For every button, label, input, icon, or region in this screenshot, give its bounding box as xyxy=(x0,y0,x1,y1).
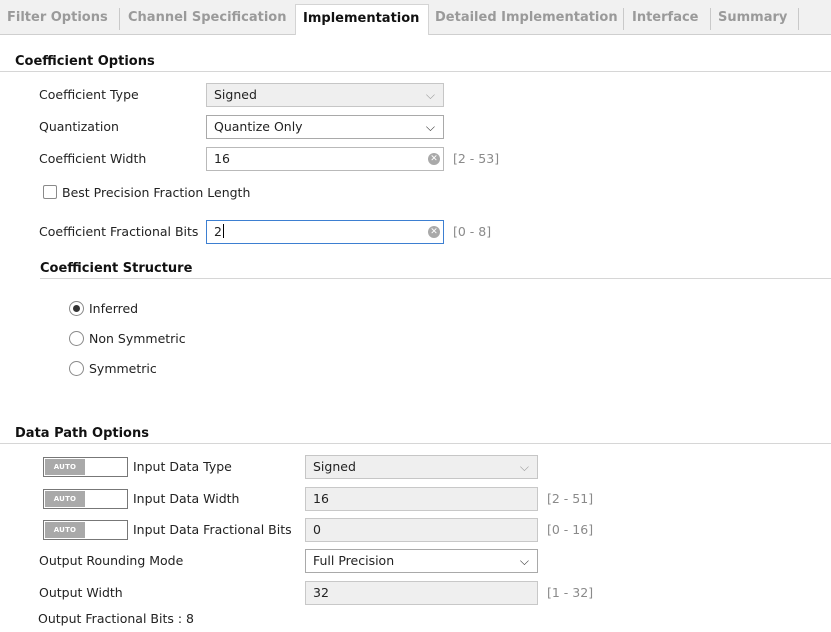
best-precision-label: Best Precision Fraction Length xyxy=(62,185,251,200)
auto-toggle-input-width[interactable]: AUTO xyxy=(43,489,128,509)
chevron-down-icon: ⌵ xyxy=(519,554,529,568)
input-data-fractional-bits-range: [0 - 16] xyxy=(547,522,594,537)
input-data-fractional-bits-label: Input Data Fractional Bits xyxy=(133,522,292,537)
tab-channel-specification[interactable]: Channel Specification xyxy=(128,4,287,33)
coefficient-fractional-bits-range: [0 - 8] xyxy=(453,224,492,239)
input-data-width-value: 16 xyxy=(313,491,329,506)
tab-summary[interactable]: Summary xyxy=(718,4,787,33)
input-data-width-input[interactable]: 16 xyxy=(305,487,538,511)
section-divider xyxy=(40,278,831,279)
quantization-label: Quantization xyxy=(39,119,119,134)
input-data-fractional-bits-input[interactable]: 0 xyxy=(305,518,538,542)
coefficient-structure-title: Coefficient Structure xyxy=(40,261,193,276)
output-rounding-mode-select[interactable]: Full Precision ⌵ xyxy=(305,549,538,573)
radio-symmetric[interactable] xyxy=(69,361,84,376)
auto-toggle-input-type[interactable]: AUTO xyxy=(43,457,128,477)
tab-filter-options[interactable]: Filter Options xyxy=(7,4,108,33)
coefficient-width-value: 16 xyxy=(214,151,230,166)
best-precision-checkbox[interactable] xyxy=(43,185,57,199)
chevron-down-icon: ⌵ xyxy=(519,460,529,474)
coefficient-type-label: Coefficient Type xyxy=(39,87,139,102)
text-caret xyxy=(222,224,224,238)
output-width-range: [1 - 32] xyxy=(547,585,594,600)
data-path-options-title: Data Path Options xyxy=(15,426,149,441)
output-width-input[interactable]: 32 xyxy=(305,581,538,605)
tab-bar: Filter Options Channel Specification Imp… xyxy=(0,0,831,35)
tab-separator xyxy=(798,8,799,30)
chevron-down-icon: ⌵ xyxy=(425,120,435,134)
coefficient-fractional-bits-label: Coefficient Fractional Bits xyxy=(39,224,199,239)
tab-separator xyxy=(623,8,624,30)
output-width-value: 32 xyxy=(313,585,329,600)
auto-toggle-knob: AUTO xyxy=(45,491,85,507)
input-data-type-value: Signed xyxy=(313,459,356,474)
clear-icon[interactable]: ✕ xyxy=(428,226,440,238)
coefficient-type-value: Signed xyxy=(214,87,257,102)
output-rounding-mode-label: Output Rounding Mode xyxy=(39,553,184,568)
chevron-down-icon: ⌵ xyxy=(425,88,435,102)
radio-inferred[interactable] xyxy=(69,301,84,316)
coefficient-width-label: Coefficient Width xyxy=(39,151,147,166)
radio-non-symmetric[interactable] xyxy=(69,331,84,346)
coefficient-options-title: Coefficient Options xyxy=(15,54,155,69)
input-data-width-range: [2 - 51] xyxy=(547,491,594,506)
input-data-width-label: Input Data Width xyxy=(133,491,240,506)
tab-separator xyxy=(710,8,711,30)
tab-detailed-implementation[interactable]: Detailed Implementation xyxy=(435,4,618,33)
output-width-label: Output Width xyxy=(39,585,123,600)
input-data-fractional-bits-value: 0 xyxy=(313,522,321,537)
coefficient-type-select[interactable]: Signed ⌵ xyxy=(206,83,444,107)
coefficient-fractional-bits-input[interactable]: 2 ✕ xyxy=(206,220,444,244)
input-data-type-label: Input Data Type xyxy=(133,459,232,474)
radio-inferred-label: Inferred xyxy=(89,301,139,316)
input-data-type-select[interactable]: Signed ⌵ xyxy=(305,455,538,479)
section-divider xyxy=(0,71,831,72)
tab-implementation[interactable]: Implementation xyxy=(295,4,429,35)
tab-interface[interactable]: Interface xyxy=(632,4,699,33)
coefficient-fractional-bits-value: 2 xyxy=(214,224,222,239)
clear-icon[interactable]: ✕ xyxy=(428,153,440,165)
quantization-value: Quantize Only xyxy=(214,119,303,134)
quantization-select[interactable]: Quantize Only ⌵ xyxy=(206,115,444,139)
output-fractional-bits-label: Output Fractional Bits : 8 xyxy=(38,611,194,626)
auto-toggle-knob: AUTO xyxy=(45,459,85,475)
coefficient-width-input[interactable]: 16 ✕ xyxy=(206,147,444,171)
section-divider xyxy=(0,443,831,444)
tab-separator xyxy=(119,8,120,30)
auto-toggle-input-frac[interactable]: AUTO xyxy=(43,520,128,540)
radio-non-symmetric-label: Non Symmetric xyxy=(89,331,186,346)
output-rounding-mode-value: Full Precision xyxy=(313,553,395,568)
coefficient-width-range: [2 - 53] xyxy=(453,151,500,166)
radio-symmetric-label: Symmetric xyxy=(89,361,157,376)
auto-toggle-knob: AUTO xyxy=(45,522,85,538)
